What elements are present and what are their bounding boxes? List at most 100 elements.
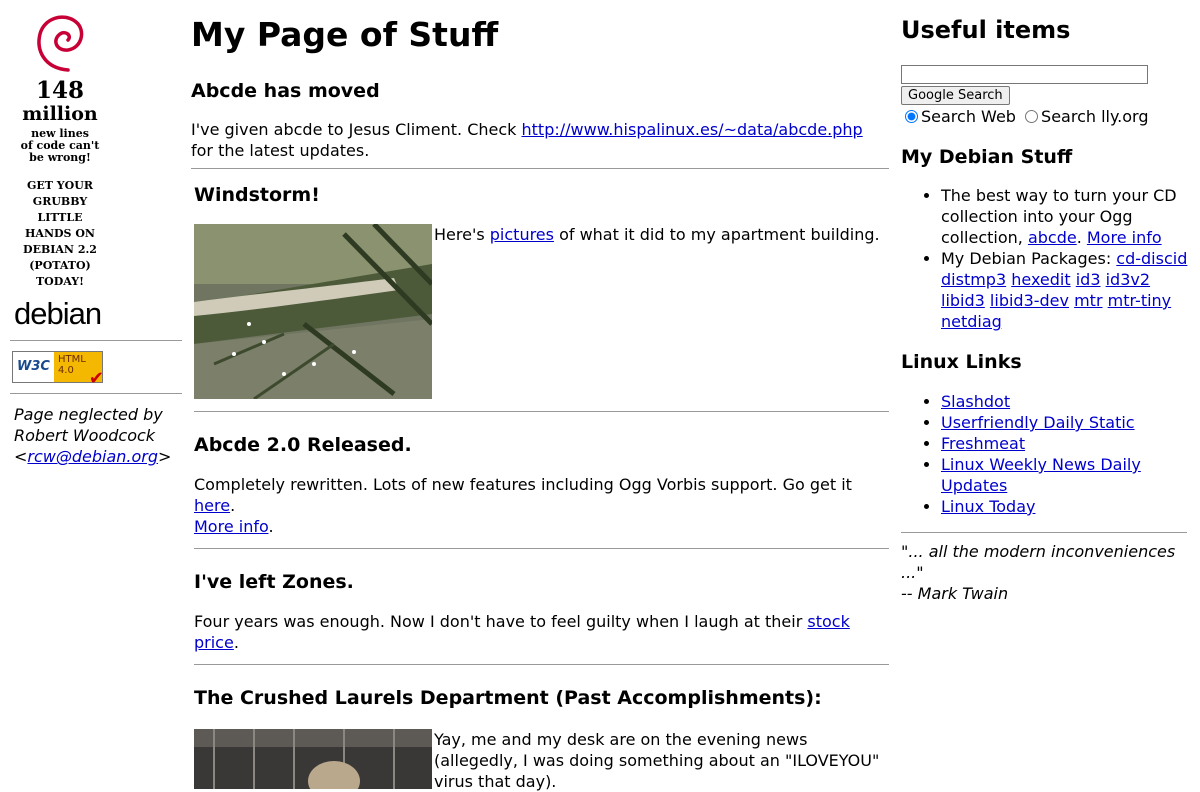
news-body: I've given abcde to Jesus Climent. Check… (191, 119, 889, 161)
promo-caps-text: GET YOUR GRUBBY LITTLE HANDS ON DEBIAN 2… (14, 178, 106, 290)
search-web-option[interactable]: Search Web (901, 107, 1016, 126)
windstorm-photo (194, 224, 432, 399)
search-input[interactable] (901, 65, 1148, 84)
divider (10, 393, 182, 394)
news-body: Four years was enough. Now I don't have … (194, 611, 889, 653)
package-link[interactable]: distmp3 (941, 270, 1006, 289)
promo-caps-line: LITTLE (37, 211, 83, 224)
debian-wordmark-logo[interactable]: debian (14, 298, 182, 330)
promo-caps-line: GET YOUR (27, 179, 93, 192)
news-item-abcde-2: Abcde 2.0 Released. Completely rewritten… (191, 432, 889, 537)
linux-links-list: Slashdot Userfriendly Daily Static Fresh… (901, 391, 1191, 517)
google-search-form: Google Search Search Web Search lly.org (901, 65, 1191, 127)
credit-author: Robert Woodcock (14, 426, 156, 445)
radio-label: Search lly.org (1041, 107, 1149, 126)
promo-caps-line: HANDS ON (25, 227, 95, 240)
list-item: Userfriendly Daily Static (941, 412, 1191, 433)
left-sidebar: 148 million new lines of code can't be w… (10, 10, 182, 467)
promo-caps-line: (POTATO) (29, 259, 91, 272)
divider (191, 168, 889, 169)
promo-caps-line: TODAY! (36, 275, 84, 288)
credit-email-line: <rcw@debian.org> (14, 446, 182, 467)
freshmeat-link[interactable]: Freshmeat (941, 434, 1025, 453)
promo-number: 148 (35, 77, 84, 104)
list-text: My Debian Packages: (941, 249, 1117, 268)
package-link[interactable]: hexedit (1011, 270, 1070, 289)
package-link[interactable]: mtr-tiny (1108, 291, 1172, 310)
bracket-close: > (158, 447, 172, 466)
package-link[interactable]: libid3-dev (990, 291, 1069, 310)
promo-caps-line: DEBIAN 2.2 (23, 243, 97, 256)
google-search-button[interactable]: Google Search (901, 86, 1010, 105)
news-body: Yay, me and my desk are on the evening n… (194, 729, 889, 792)
html-badge-label: HTML 4.0 ✔ (53, 352, 104, 389)
package-link[interactable]: libid3 (941, 291, 985, 310)
linux-links-heading: Linux Links (901, 351, 1022, 373)
package-link[interactable]: id3v2 (1106, 270, 1150, 289)
divider (901, 532, 1187, 533)
linux-today-link[interactable]: Linux Today (941, 497, 1035, 516)
evening-news-photo (194, 729, 432, 789)
divider (10, 340, 182, 341)
search-web-radio[interactable] (905, 110, 918, 123)
news-body: Here's pictures of what it did to my apa… (194, 224, 889, 399)
w3c-html-badge[interactable]: W3C HTML 4.0 ✔ (12, 351, 104, 389)
debian-stuff-heading: My Debian Stuff (901, 146, 1073, 168)
w3c-logo-text: W3C (13, 352, 54, 382)
debian-stuff-list: The best way to turn your CD collection … (901, 185, 1191, 332)
html-badge-text: HTML (57, 354, 86, 365)
lwn-link[interactable]: Linux Weekly News Daily Updates (941, 455, 1141, 495)
promo-small-line: be wrong! (29, 151, 91, 164)
news-text: . (268, 517, 274, 536)
more-info-link[interactable]: More info (194, 517, 268, 536)
news-text: . (233, 633, 239, 652)
list-item: Freshmeat (941, 433, 1191, 454)
debian-promo-banner[interactable]: 148 million new lines of code can't be w… (14, 10, 106, 290)
right-sidebar: Useful items Google Search Search Web Se… (901, 0, 1191, 604)
divider (194, 411, 889, 412)
news-text: . (230, 496, 236, 515)
search-site-option[interactable]: Search lly.org (1021, 107, 1149, 126)
list-item: Linux Weekly News Daily Updates (941, 454, 1191, 496)
divider (194, 548, 889, 549)
news-text: of what it did to my apartment building. (553, 225, 880, 244)
list-item: My Debian Packages: cd-discid distmp3 he… (941, 248, 1191, 332)
news-heading: The Crushed Laurels Department (Past Acc… (194, 687, 822, 709)
hispalinux-link[interactable]: http://www.hispalinux.es/~data/abcde.php (522, 120, 863, 139)
package-link[interactable]: mtr (1074, 291, 1102, 310)
news-heading: Abcde 2.0 Released. (194, 434, 412, 456)
radio-label: Search Web (921, 107, 1016, 126)
search-scope-options: Search Web Search lly.org (901, 106, 1191, 127)
page-title: My Page of Stuff (191, 15, 499, 54)
news-text: I've given abcde to Jesus Climent. Check (191, 120, 522, 139)
news-text: Four years was enough. Now I don't have … (194, 612, 808, 631)
pictures-link[interactable]: pictures (490, 225, 554, 244)
list-text: . (1076, 228, 1087, 247)
checkmark-icon: ✔ (88, 368, 104, 389)
email-link[interactable]: rcw@debian.org (27, 447, 158, 466)
more-info-link[interactable]: More info (1087, 228, 1162, 247)
debian-swirl-icon (37, 15, 84, 72)
here-link[interactable]: here (194, 496, 230, 515)
news-text: Completely rewritten. Lots of new featur… (194, 475, 852, 494)
abcde-link[interactable]: abcde (1028, 228, 1077, 247)
package-link[interactable]: id3 (1076, 270, 1101, 289)
quote-attribution: -- Mark Twain (901, 584, 1009, 603)
news-body: Completely rewritten. Lots of new featur… (194, 474, 889, 537)
news-heading: Windstorm! (194, 184, 320, 206)
news-item-windstorm: Windstorm! Here's pictures of what it di… (191, 182, 889, 399)
news-heading: I've left Zones. (194, 571, 354, 593)
package-link[interactable]: netdiag (941, 312, 1002, 331)
search-site-radio[interactable] (1025, 110, 1039, 123)
divider (194, 664, 889, 665)
slashdot-link[interactable]: Slashdot (941, 392, 1010, 411)
package-link[interactable]: cd-discid (1116, 249, 1187, 268)
news-text: for the latest updates. (191, 141, 370, 160)
quote-text: "... all the modern inconveniences ..." (901, 542, 1176, 582)
news-heading: Abcde has moved (191, 80, 380, 102)
html-badge-version: 4.0 (57, 365, 74, 376)
promo-unit: million (22, 103, 98, 125)
userfriendly-link[interactable]: Userfriendly Daily Static (941, 413, 1135, 432)
news-item-zones: I've left Zones. Four years was enough. … (191, 569, 889, 653)
quote-block: "... all the modern inconveniences ..." … (901, 541, 1191, 604)
